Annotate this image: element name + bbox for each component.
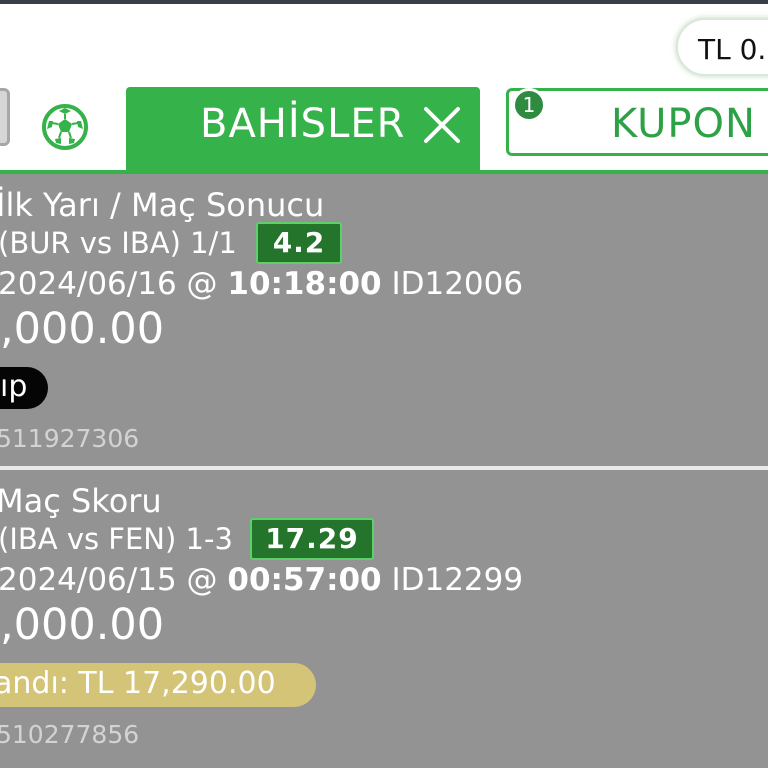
bet-event-id: ID12006 [381,266,524,302]
status-badge: ıp [0,367,48,409]
balance-pill[interactable]: TL 0.9 [676,18,768,76]
bet-datetime: 2024/06/15 @ 00:57:00 ID12299 [0,562,523,598]
bet-reference: 511927306 [0,424,140,453]
bet-selection: (IBA vs FEN) 1-3 [0,522,233,556]
bet-card[interactable]: Maç Skoru (IBA vs FEN) 1-3 17.29 2024/06… [0,470,768,768]
tab-coupon[interactable]: KUPON [506,88,768,156]
bet-market: İlk Yarı / Maç Sonucu [0,186,325,224]
bet-time: 00:57:00 [227,562,382,598]
tab-bar: BAHİSLER KUPON [0,84,768,176]
tab-coupon-label: KUPON [611,101,756,147]
bet-card[interactable]: İlk Yarı / Maç Sonucu (BUR vs IBA) 1/1 4… [0,174,768,466]
bet-date: 2024/06/15 @ [0,562,228,598]
bet-selection: (BUR vs IBA) 1/1 [0,226,237,260]
bet-stake: ,000.00 [0,600,165,650]
app-header: TL 0.9 [0,4,768,84]
soccer-ball-icon[interactable] [40,102,90,152]
bet-event-id: ID12299 [381,562,524,598]
close-icon[interactable] [422,105,462,145]
tab-bets-label: BAHİSLER [200,101,406,147]
bet-datetime: 2024/06/16 @ 10:18:00 ID12006 [0,266,523,302]
bet-date: 2024/06/16 @ [0,266,228,302]
odds-badge: 17.29 [250,518,374,560]
bet-stake: ,000.00 [0,304,165,354]
win-amount-badge: andı: TL 17,290.00 [0,663,316,707]
tab-bets[interactable]: BAHİSLER [126,87,480,171]
bet-market: Maç Skoru [0,482,162,520]
back-button[interactable] [0,88,10,146]
odds-badge: 4.2 [256,222,342,264]
coupon-count-badge: 1 [512,88,546,122]
bet-reference: 510277856 [0,720,140,749]
bet-time: 10:18:00 [227,266,382,302]
